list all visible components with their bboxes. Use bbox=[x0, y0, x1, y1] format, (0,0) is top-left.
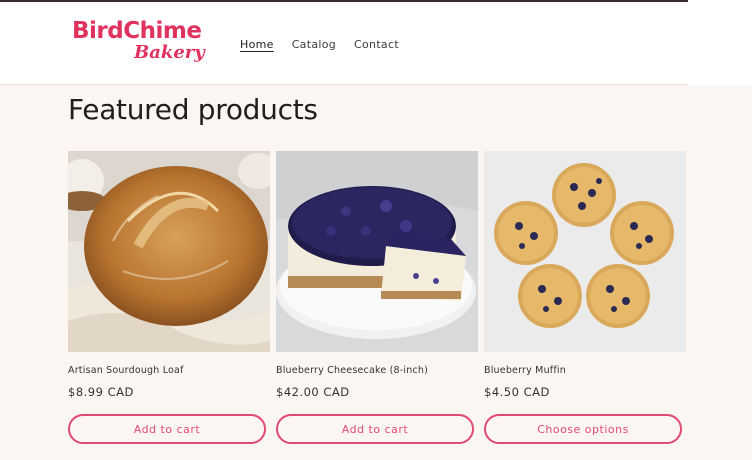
product-name[interactable]: Blueberry Muffin bbox=[484, 365, 566, 376]
blueberry-muffins-image[interactable] bbox=[484, 151, 686, 352]
nav-home[interactable]: Home bbox=[240, 38, 274, 51]
nav-contact[interactable]: Contact bbox=[354, 38, 399, 51]
logo-subtitle: Bakery bbox=[134, 42, 205, 63]
button-label: Choose options bbox=[537, 422, 629, 436]
section-title: Featured products bbox=[68, 93, 318, 126]
product-price: $42.00 CAD bbox=[276, 385, 350, 399]
sourdough-bread-image[interactable] bbox=[68, 151, 270, 352]
blueberry-cheesecake-image[interactable] bbox=[276, 151, 478, 352]
button-label: Add to cart bbox=[341, 422, 409, 436]
product-name[interactable]: Artisan Sourdough Loaf bbox=[68, 365, 184, 376]
main-nav: Home Catalog Contact bbox=[240, 38, 399, 51]
nav-catalog[interactable]: Catalog bbox=[292, 38, 336, 51]
product-card-sourdough: Artisan Sourdough Loaf $8.99 CAD Add to … bbox=[68, 151, 270, 444]
choose-options-button[interactable]: Choose options bbox=[484, 414, 682, 444]
product-name[interactable]: Blueberry Cheesecake (8-inch) bbox=[276, 365, 428, 376]
site-logo[interactable]: BirdChime Bakery bbox=[72, 18, 212, 70]
product-card-cheesecake: Blueberry Cheesecake (8-inch) $42.00 CAD… bbox=[276, 151, 478, 444]
product-price: $4.50 CAD bbox=[484, 385, 550, 399]
logo-wordmark: BirdChime bbox=[72, 18, 202, 44]
header-right-margin bbox=[688, 0, 752, 85]
site-header: BirdChime Bakery Home Catalog Contact bbox=[0, 2, 688, 85]
add-to-cart-button[interactable]: Add to cart bbox=[276, 414, 474, 444]
product-card-muffin: Blueberry Muffin $4.50 CAD Choose option… bbox=[484, 151, 686, 444]
button-label: Add to cart bbox=[133, 422, 201, 436]
featured-section: Featured products Artisan Sourdough Loaf… bbox=[0, 85, 752, 460]
product-price: $8.99 CAD bbox=[68, 385, 134, 399]
add-to-cart-button[interactable]: Add to cart bbox=[68, 414, 266, 444]
